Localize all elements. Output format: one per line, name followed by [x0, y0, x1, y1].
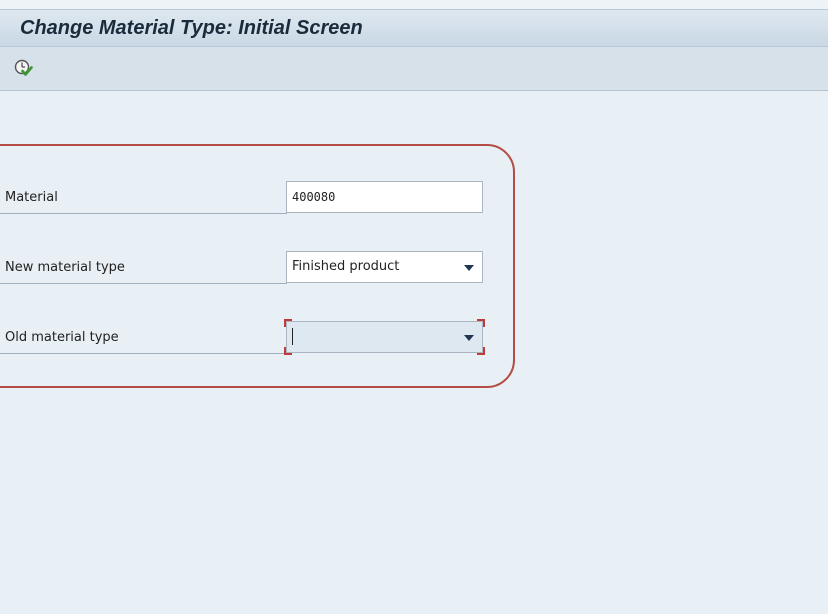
execute-clock-check-icon: [14, 59, 33, 76]
new-material-type-dropdown[interactable]: Finished product: [286, 251, 483, 283]
material-label-underline: [0, 213, 287, 214]
form-area: Material 400080 New material type Finish…: [0, 92, 828, 614]
chevron-down-icon[interactable]: [464, 335, 474, 341]
focus-corner: [477, 347, 485, 355]
focus-corner: [477, 319, 485, 327]
material-input[interactable]: 400080: [286, 181, 483, 213]
execute-button[interactable]: [12, 57, 34, 79]
material-label: Material: [5, 190, 58, 205]
application-toolbar: [0, 47, 828, 91]
old-material-type-label: Old material type: [5, 330, 119, 345]
page-title: Change Material Type: Initial Screen: [20, 17, 363, 39]
new-material-type-label: New material type: [5, 260, 125, 275]
new-material-type-value: Finished product: [292, 259, 400, 274]
text-cursor: [292, 328, 293, 345]
title-bar: Change Material Type: Initial Screen: [0, 9, 828, 47]
focus-corner: [284, 347, 292, 355]
new-material-type-underline: [0, 283, 287, 284]
old-material-type-dropdown[interactable]: [284, 319, 485, 355]
material-input-value: 400080: [292, 190, 336, 204]
old-material-type-underline: [0, 353, 287, 354]
chevron-down-icon[interactable]: [464, 265, 474, 271]
top-strip: [0, 0, 828, 9]
focus-corner: [284, 319, 292, 327]
